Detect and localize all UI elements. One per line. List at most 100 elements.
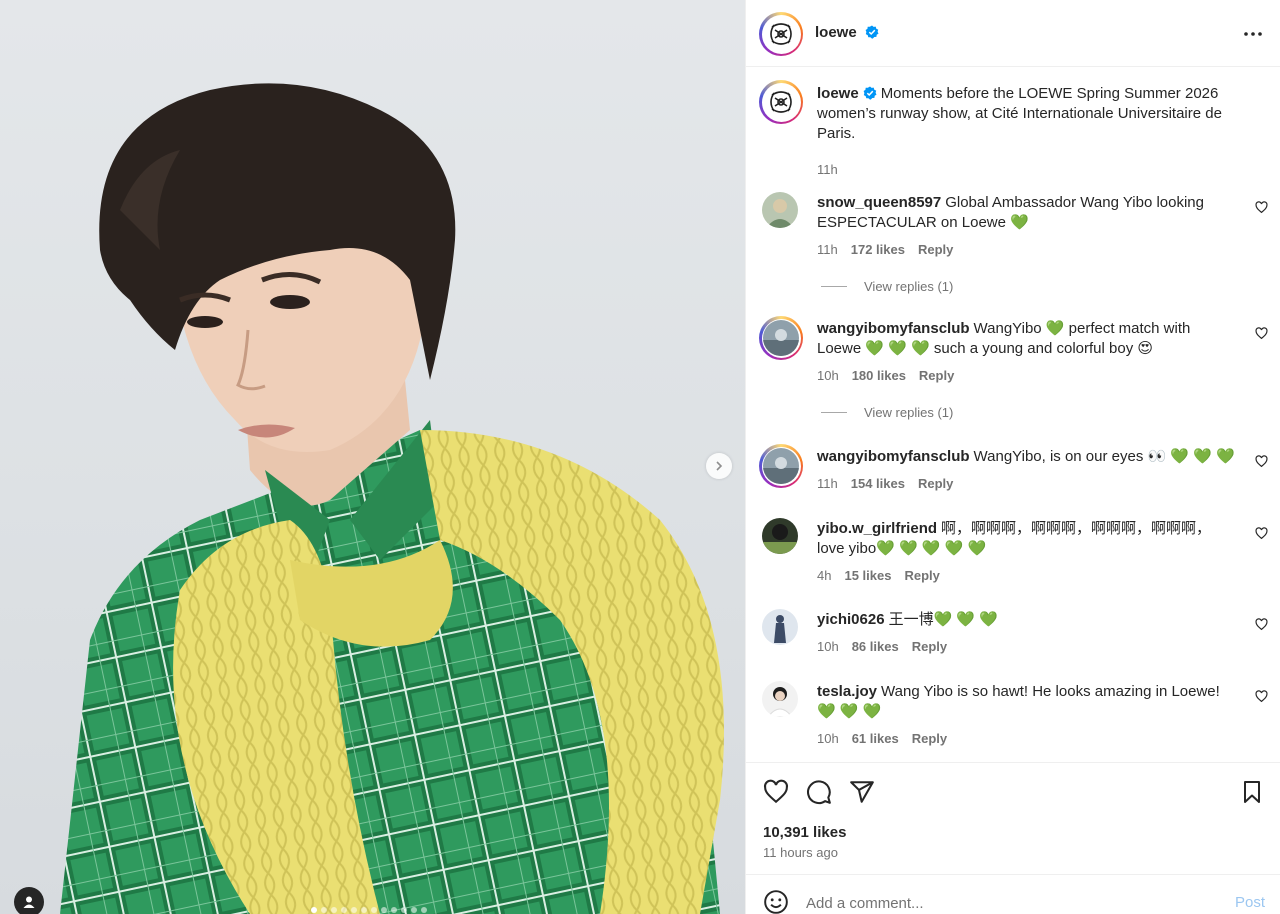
avatar-image [763,448,799,484]
comment-body: yibo.w_girlfriend 啊，啊啊啊，啊啊啊，啊啊啊，啊啊啊，love … [817,519,1237,559]
comment-username[interactable]: yibo.w_girlfriend [817,520,937,537]
caption-text: Moments before the LOEWE Spring Summer 2… [817,85,1222,142]
author-username-text[interactable]: loewe [815,24,857,41]
comment-body: wangyibomyfansclub WangYibo, is on our ey… [817,447,1237,467]
post-side-panel: loewe loewe Moments before the LOEWE Spr… [745,0,1280,914]
author-avatar[interactable] [759,12,803,56]
post-comment-button[interactable]: Post [1235,894,1265,911]
heart-icon [1255,690,1268,703]
user-tag-button[interactable] [14,887,44,914]
comment-like-button[interactable] [1255,327,1268,345]
reply-button[interactable]: Reply [912,639,947,654]
comment-username[interactable]: wangyibomyfansclub [817,448,970,465]
heart-icon [1255,327,1268,340]
like-button[interactable] [763,779,789,810]
more-options-button[interactable] [1243,22,1263,49]
view-replies-label[interactable]: View replies (1) [864,405,953,420]
caption-body: loewe Moments before the LOEWE Spring Sum… [817,84,1237,144]
comment-like-button[interactable] [1255,455,1268,473]
author-username[interactable]: loewe [815,24,879,41]
view-replies-button[interactable]: View replies (1) [821,405,953,420]
loewe-logo-icon [770,23,792,45]
caption-username[interactable]: loewe [817,85,859,102]
save-button[interactable] [1240,779,1264,810]
post-photo [60,83,724,914]
comment-like-button[interactable] [1255,618,1268,636]
add-comment-bar: Post [746,874,1280,914]
comment-time[interactable]: 10h [817,368,839,383]
carousel-dot [331,907,337,913]
avatar-image [762,681,798,717]
carousel-dot [311,907,317,913]
avatar-image [763,320,799,356]
carousel-dot [361,907,367,913]
comment-meta: 4h 15 likes Reply [817,568,940,583]
avatar-image [762,192,798,228]
emoji-button[interactable] [763,889,789,914]
view-replies-button[interactable]: View replies (1) [821,279,953,294]
comment-body: snow_queen8597 Global Ambassador Wang Yib… [817,193,1237,233]
carousel-dot [421,907,427,913]
comment-likes[interactable]: 172 likes [851,242,905,257]
post-timestamp[interactable]: 11 hours ago [763,845,838,860]
emoji-icon [764,890,788,914]
commenter-avatar[interactable] [759,316,803,360]
post-media[interactable] [0,0,745,914]
reply-button[interactable]: Reply [918,242,953,257]
comment-time[interactable]: 10h [817,639,839,654]
comment-like-button[interactable] [1255,527,1268,545]
caption-time[interactable]: 11h [817,162,838,177]
carousel-dot [411,907,417,913]
comment-meta: 11h 172 likes Reply [817,242,953,257]
caption-avatar[interactable] [759,80,803,124]
comment-button[interactable] [806,779,832,810]
post-likes-count[interactable]: 10,391 likes [763,824,846,841]
comment-username[interactable]: yichi0626 [817,611,885,628]
carousel-dot [371,907,377,913]
commenter-avatar[interactable] [762,681,798,717]
comment-meta: 10h 180 likes Reply [817,368,954,383]
verified-badge-icon [865,25,879,39]
replies-divider [821,412,847,413]
comment-like-button[interactable] [1255,201,1268,219]
caption-meta: 11h [817,162,838,177]
comment-username[interactable]: snow_queen8597 [817,194,941,211]
replies-divider [821,286,847,287]
comment-time[interactable]: 4h [817,568,831,583]
carousel-dot [351,907,357,913]
post-header: loewe [746,0,1280,67]
reply-button[interactable]: Reply [918,476,953,491]
comment-likes[interactable]: 61 likes [852,731,899,746]
comment-likes[interactable]: 15 likes [844,568,891,583]
comment-time[interactable]: 11h [817,242,838,257]
comment-time[interactable]: 10h [817,731,839,746]
commenter-avatar[interactable] [762,518,798,554]
reply-button[interactable]: Reply [904,568,939,583]
share-button[interactable] [849,779,875,810]
heart-icon [764,779,788,804]
comment-body: yichi0626 王一博💚 💚 💚 [817,610,1237,630]
loewe-logo-icon [770,91,792,113]
comment-likes[interactable]: 180 likes [852,368,906,383]
comment-body: wangyibomyfansclub WangYibo 💚 perfect mat… [817,319,1237,359]
comment-like-button[interactable] [1255,690,1268,708]
comment-likes[interactable]: 86 likes [852,639,899,654]
comment-input[interactable] [806,893,1206,913]
comment-likes[interactable]: 154 likes [851,476,905,491]
commenter-avatar[interactable] [762,192,798,228]
next-slide-button[interactable] [706,453,732,479]
view-replies-label[interactable]: View replies (1) [864,279,953,294]
comment-text: 王一博💚 💚 💚 [888,611,998,628]
chevron-right-icon [716,461,723,471]
commenter-avatar[interactable] [759,444,803,488]
comments-list[interactable]: loewe Moments before the LOEWE Spring Sum… [746,68,1280,762]
comment-text: Wang Yibo is so hawt! He looks amazing i… [817,683,1220,720]
reply-button[interactable]: Reply [919,368,954,383]
comment-time[interactable]: 11h [817,476,838,491]
comment-username[interactable]: wangyibomyfansclub [817,320,970,337]
comment-meta: 11h 154 likes Reply [817,476,953,491]
comment-meta: 10h 86 likes Reply [817,639,947,654]
reply-button[interactable]: Reply [912,731,947,746]
commenter-avatar[interactable] [762,609,798,645]
comment-username[interactable]: tesla.joy [817,683,877,700]
